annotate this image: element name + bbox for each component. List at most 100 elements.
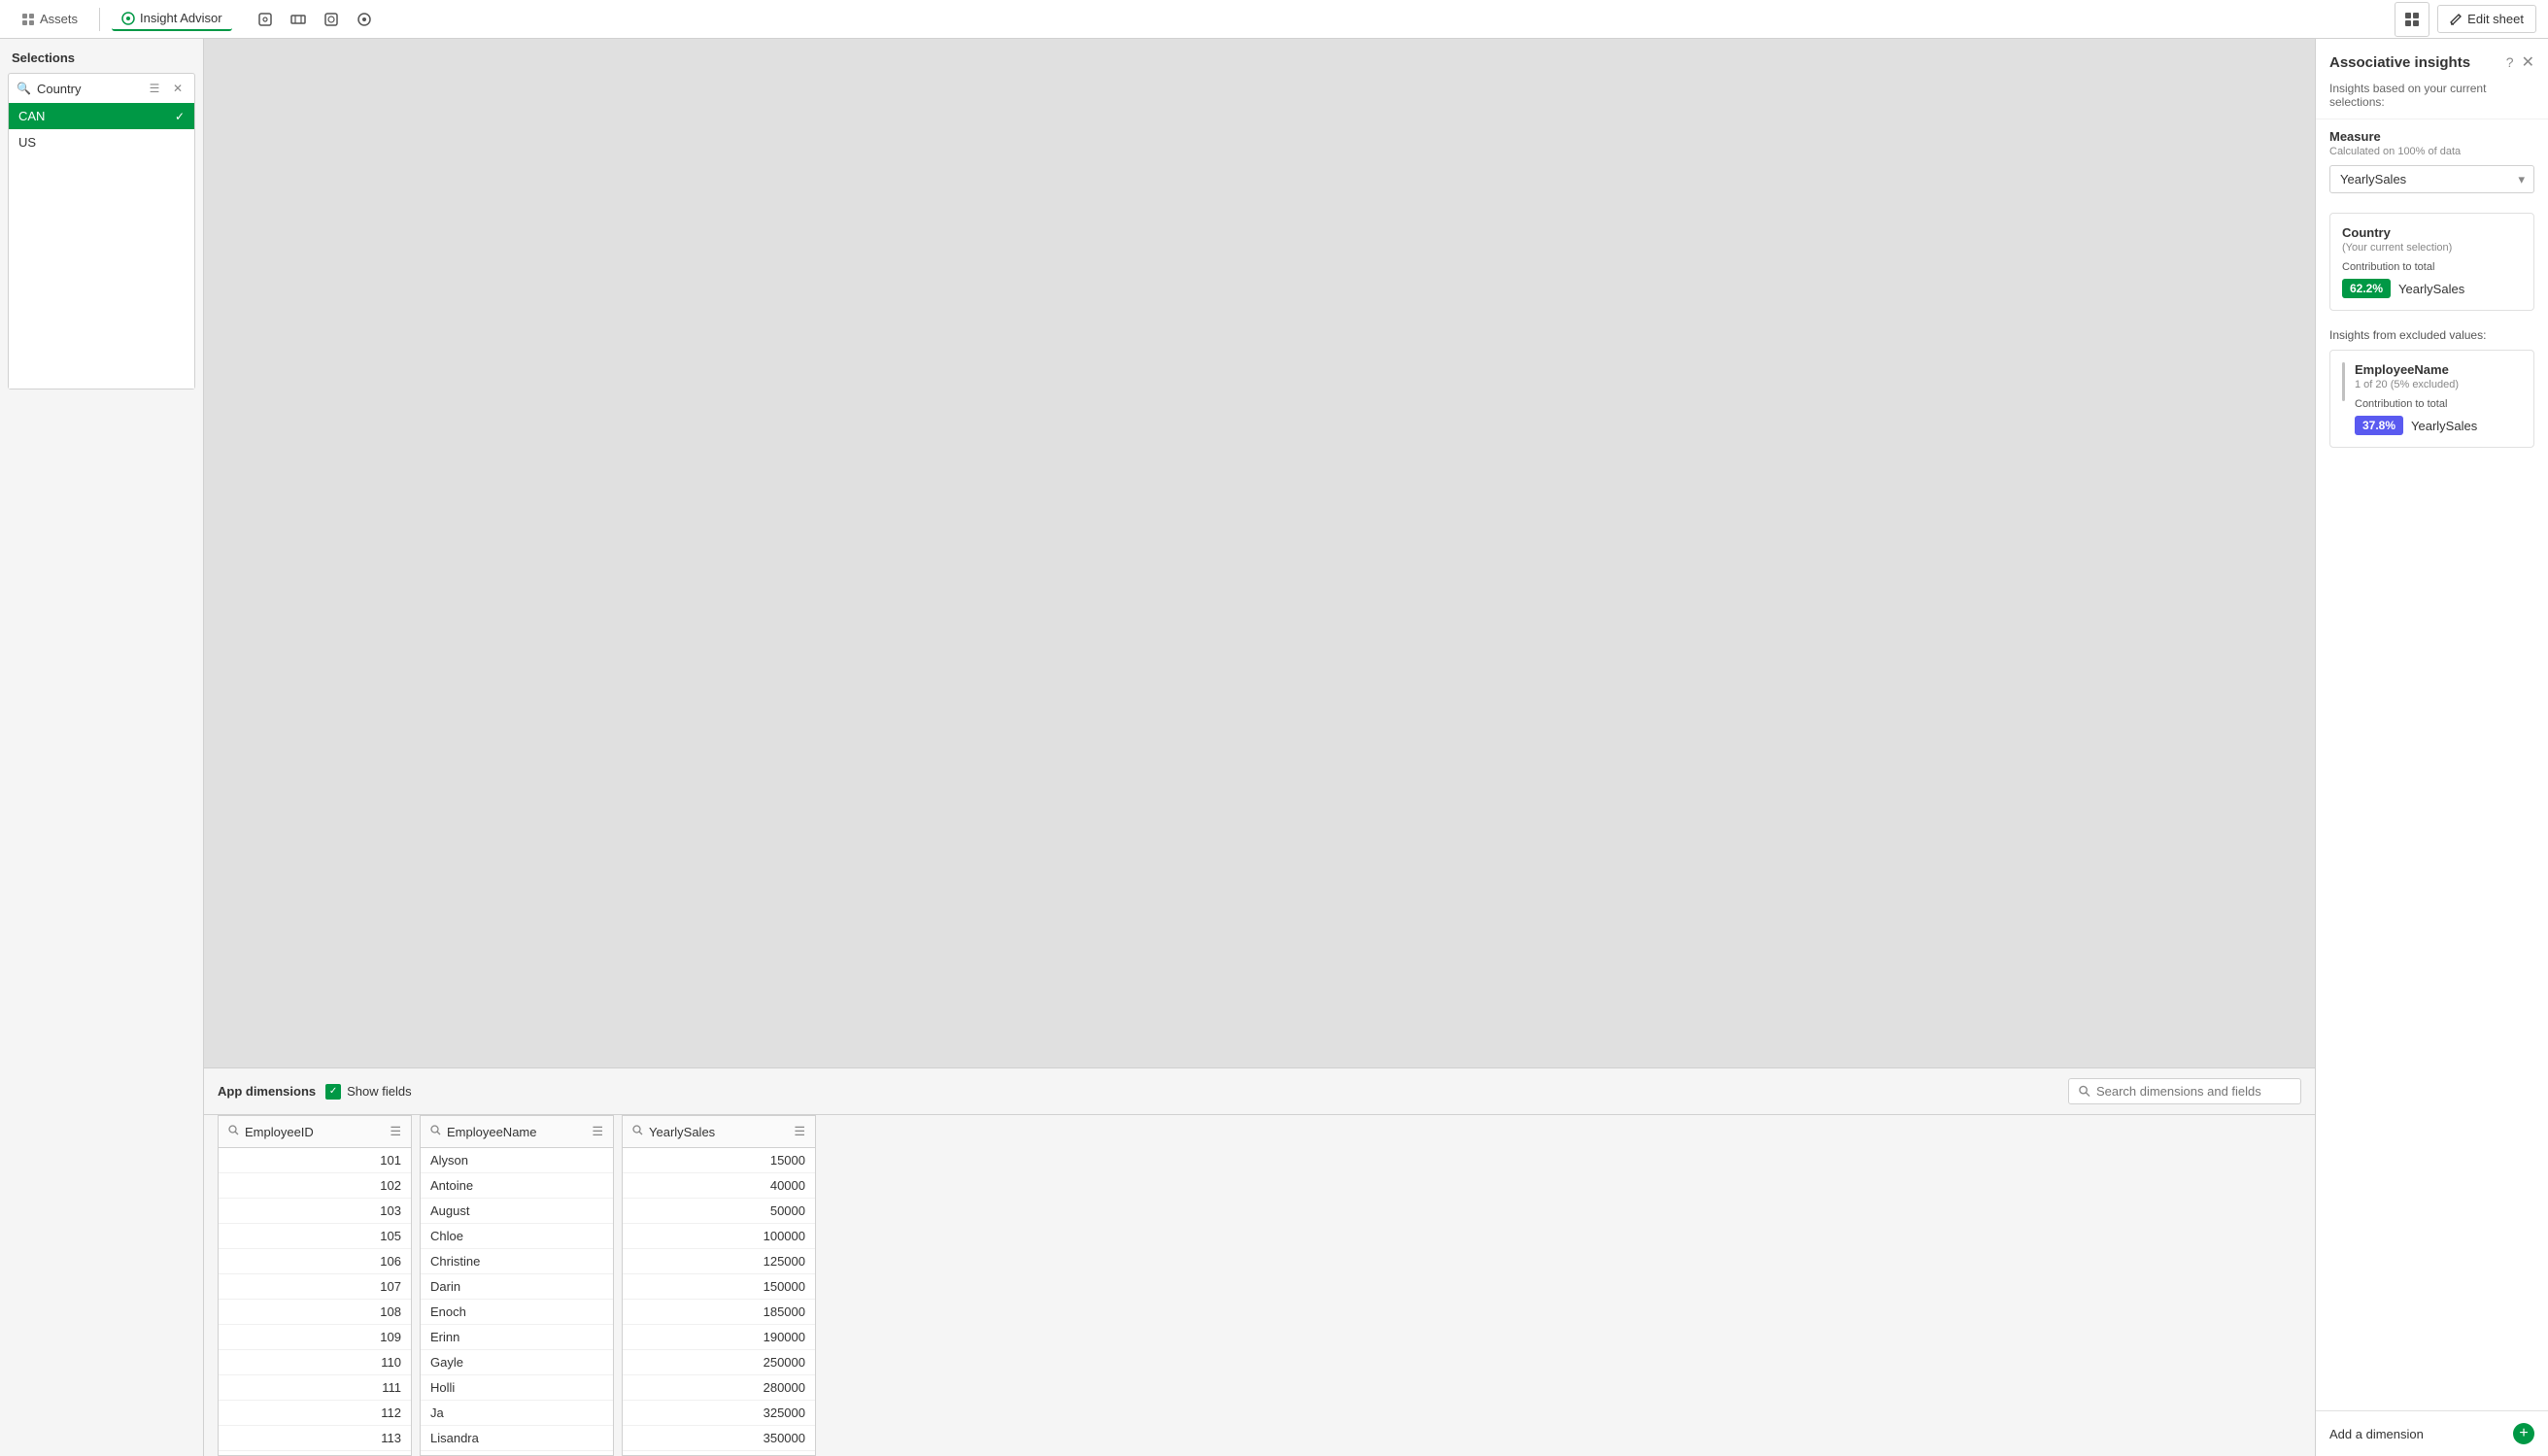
- table-row[interactable]: Alyson: [421, 1148, 613, 1173]
- data-column: EmployeeName☰AlysonAntoineAugustChloeChr…: [420, 1115, 614, 1456]
- topbar-right: Edit sheet: [2395, 2, 2536, 37]
- table-row[interactable]: 102: [219, 1173, 411, 1199]
- search-box: [2068, 1078, 2301, 1104]
- col-title: YearlySales: [649, 1125, 788, 1139]
- excluded-card-subtitle: 1 of 20 (5% excluded): [2355, 379, 2522, 390]
- table-row[interactable]: 105: [219, 1224, 411, 1249]
- table-row[interactable]: Gayle: [421, 1350, 613, 1375]
- excluded-contribution-label: Contribution to total: [2355, 398, 2522, 410]
- table-row[interactable]: 15000: [623, 1148, 815, 1173]
- filter-empty-area: [9, 155, 194, 389]
- assets-label: Assets: [40, 12, 78, 26]
- table-row[interactable]: 100000: [623, 1224, 815, 1249]
- left-panel: Selections 🔍 Country ☰ ✕ CAN✓US: [0, 39, 204, 1456]
- contribution-badge-purple: 37.8%: [2355, 416, 2403, 435]
- table-row[interactable]: 108: [219, 1300, 411, 1325]
- show-fields-toggle[interactable]: ✓ Show fields: [325, 1084, 411, 1100]
- add-dimension-button[interactable]: +: [2513, 1423, 2534, 1444]
- table-row[interactable]: Antoine: [421, 1173, 613, 1199]
- table-row[interactable]: 103: [219, 1199, 411, 1224]
- table-row[interactable]: 107: [219, 1274, 411, 1300]
- center-canvas: [204, 39, 2315, 1067]
- table-row[interactable]: 106: [219, 1249, 411, 1274]
- table-row[interactable]: 109: [219, 1325, 411, 1350]
- current-selection-title: Country: [2342, 225, 2522, 240]
- table-row[interactable]: 114: [219, 1451, 411, 1456]
- edit-sheet-button[interactable]: Edit sheet: [2437, 5, 2536, 33]
- data-col-header: EmployeeID☰: [219, 1116, 411, 1148]
- table-row[interactable]: 110: [219, 1350, 411, 1375]
- table-row[interactable]: 325000: [623, 1401, 815, 1426]
- col-menu-icon[interactable]: ☰: [592, 1124, 603, 1139]
- col-menu-icon[interactable]: ☰: [794, 1124, 805, 1139]
- filter-list-icon[interactable]: ☰: [146, 80, 163, 97]
- col-menu-icon[interactable]: ☰: [390, 1124, 401, 1139]
- tool-icon-1[interactable]: [252, 6, 279, 33]
- table-row[interactable]: 185000: [623, 1300, 815, 1325]
- show-fields-label: Show fields: [347, 1084, 411, 1099]
- table-row[interactable]: Erinn: [421, 1325, 613, 1350]
- table-row[interactable]: Ja: [421, 1401, 613, 1426]
- data-column: EmployeeID☰10110210310510610710810911011…: [218, 1115, 412, 1456]
- table-row[interactable]: August: [421, 1199, 613, 1224]
- excluded-card: EmployeeName 1 of 20 (5% excluded) Contr…: [2329, 350, 2534, 448]
- table-row[interactable]: 280000: [623, 1375, 815, 1401]
- filter-title: Country: [37, 82, 140, 96]
- filter-box-header: 🔍 Country ☰ ✕: [9, 74, 194, 103]
- country-filter-box: 🔍 Country ☰ ✕ CAN✓US: [8, 73, 195, 389]
- table-row[interactable]: Christine: [421, 1249, 613, 1274]
- insight-advisor-label: Insight Advisor: [140, 11, 222, 25]
- table-row[interactable]: 101: [219, 1148, 411, 1173]
- table-row[interactable]: 150000: [623, 1274, 815, 1300]
- assets-tab[interactable]: Assets: [12, 8, 87, 30]
- table-row[interactable]: Enoch: [421, 1300, 613, 1325]
- table-row[interactable]: Darin: [421, 1274, 613, 1300]
- brush-icon: [323, 12, 339, 27]
- data-col-header: EmployeeName☰: [421, 1116, 613, 1148]
- current-selection-subtitle: (Your current selection): [2342, 242, 2522, 254]
- table-row[interactable]: Holli: [421, 1375, 613, 1401]
- table-row[interactable]: 125000: [623, 1249, 815, 1274]
- right-panel-header: Associative insights ? ✕: [2316, 39, 2548, 78]
- topbar: Assets Insight Advisor Edit sheet: [0, 0, 2548, 39]
- right-panel: Associative insights ? ✕ Insights based …: [2315, 39, 2548, 1456]
- measure-select[interactable]: YearlySales: [2329, 165, 2534, 193]
- table-row[interactable]: 250000: [623, 1350, 815, 1375]
- table-row[interactable]: Lisandra: [421, 1426, 613, 1451]
- table-row[interactable]: 190000: [623, 1325, 815, 1350]
- table-row[interactable]: 40000: [623, 1173, 815, 1199]
- tool-icon-4[interactable]: [351, 6, 378, 33]
- insight-advisor-tab[interactable]: Insight Advisor: [112, 7, 232, 31]
- range-icon: [290, 12, 306, 27]
- filter-items: CAN✓US: [9, 103, 194, 155]
- show-fields-checkbox[interactable]: ✓: [325, 1084, 341, 1100]
- grid-view-button[interactable]: [2395, 2, 2429, 37]
- filter-clear-icon[interactable]: ✕: [169, 80, 187, 97]
- table-row[interactable]: 113: [219, 1426, 411, 1451]
- help-icon[interactable]: ?: [2506, 54, 2514, 70]
- assets-icon: [21, 13, 35, 26]
- excluded-contribution-row: 37.8% YearlySales: [2355, 416, 2522, 435]
- contribution-label: Contribution to total: [2342, 261, 2522, 273]
- right-panel-spacer: [2316, 452, 2548, 1410]
- tool-icon-2[interactable]: [285, 6, 312, 33]
- data-column: YearlySales☰1500040000500001000001250001…: [622, 1115, 816, 1456]
- table-row[interactable]: 111: [219, 1375, 411, 1401]
- excluded-bar: [2342, 362, 2345, 401]
- target-icon: [357, 12, 372, 27]
- tool-icons: [252, 6, 378, 33]
- table-row[interactable]: 350000: [623, 1426, 815, 1451]
- filter-item[interactable]: US: [9, 129, 194, 155]
- tool-icon-3[interactable]: [318, 6, 345, 33]
- filter-item[interactable]: CAN✓: [9, 103, 194, 129]
- search-input[interactable]: [2096, 1084, 2291, 1099]
- measure-label: Measure: [2329, 129, 2534, 144]
- table-row[interactable]: 112: [219, 1401, 411, 1426]
- table-row[interactable]: 50000: [623, 1199, 815, 1224]
- table-row[interactable]: Mariam: [421, 1451, 613, 1456]
- insight-advisor-icon: [121, 12, 135, 25]
- table-row[interactable]: Chloe: [421, 1224, 613, 1249]
- measure-section: Measure Calculated on 100% of data Yearl…: [2316, 119, 2548, 203]
- close-icon[interactable]: ✕: [2522, 52, 2534, 72]
- table-row[interactable]: 400000: [623, 1451, 815, 1456]
